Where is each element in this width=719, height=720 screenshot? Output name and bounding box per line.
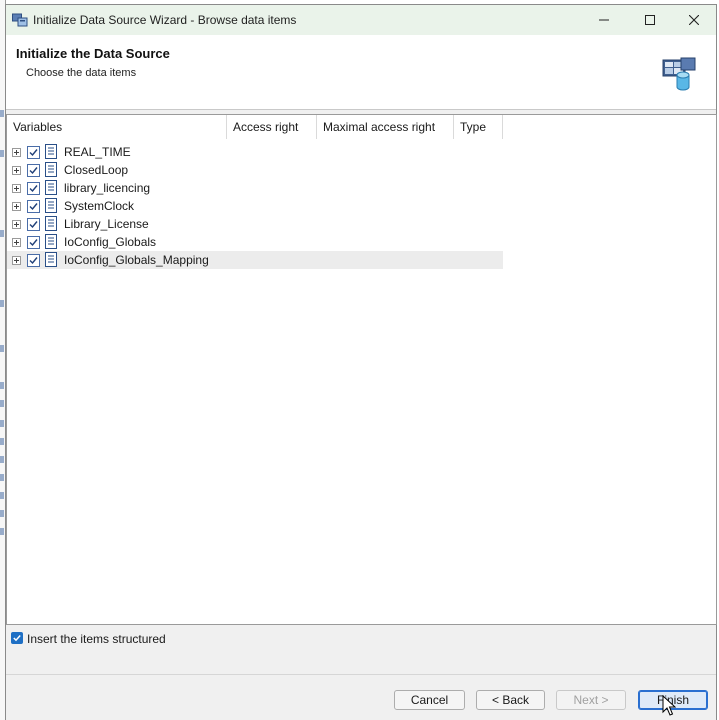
item-checkbox[interactable] (27, 146, 40, 159)
item-checkbox[interactable] (27, 182, 40, 195)
checkmark-icon (29, 221, 38, 229)
column-header-variables[interactable]: Variables (7, 115, 227, 139)
expand-icon[interactable] (12, 256, 21, 265)
minimize-icon (599, 19, 609, 21)
tree-item-label: ClosedLoop (64, 163, 129, 177)
document-icon (45, 216, 57, 231)
window-title: Initialize Data Source Wizard - Browse d… (33, 13, 297, 27)
title-bar[interactable]: Initialize Data Source Wizard - Browse d… (6, 5, 716, 35)
tree-item-label: IoConfig_Globals (64, 235, 157, 249)
cancel-button[interactable]: Cancel (394, 690, 465, 710)
checkmark-icon (29, 239, 38, 247)
page-subtitle: Choose the data items (26, 67, 137, 79)
mouse-cursor-icon (662, 695, 676, 716)
divider (6, 674, 716, 675)
tree-row[interactable]: Library_License (7, 215, 503, 233)
item-checkbox[interactable] (27, 164, 40, 177)
close-button[interactable] (672, 5, 716, 35)
tree-row[interactable]: IoConfig_Globals (7, 233, 503, 251)
maximize-icon (645, 15, 655, 25)
expand-icon[interactable] (12, 148, 21, 157)
document-icon (45, 252, 57, 267)
column-header-maximal-access-right[interactable]: Maximal access right (317, 115, 454, 139)
document-icon (45, 234, 57, 249)
tree-item-label: IoConfig_Globals_Mapping (64, 253, 209, 267)
expand-icon[interactable] (12, 166, 21, 175)
minimize-button[interactable] (582, 5, 626, 35)
checkmark-icon (29, 203, 38, 211)
document-icon (45, 144, 57, 159)
document-icon (45, 162, 57, 177)
page-title: Initialize the Data Source (16, 46, 170, 61)
expand-icon[interactable] (12, 220, 21, 229)
maximize-button[interactable] (628, 5, 672, 35)
document-icon (45, 198, 57, 213)
checkmark-icon (29, 167, 38, 175)
expand-icon[interactable] (12, 238, 21, 247)
checkmark-icon (29, 149, 38, 157)
insert-structured-checkbox[interactable] (11, 632, 23, 644)
variables-tree[interactable]: Variables Access right Maximal access ri… (6, 114, 717, 625)
document-icon (45, 180, 57, 195)
checkmark-icon (29, 185, 38, 193)
tree-item-label: Library_License (64, 217, 149, 231)
expand-icon[interactable] (12, 202, 21, 211)
item-checkbox[interactable] (27, 200, 40, 213)
expand-icon[interactable] (12, 184, 21, 193)
tree-row[interactable]: ClosedLoop (7, 161, 503, 179)
column-header-type[interactable]: Type (454, 115, 503, 139)
tree-row-selected[interactable]: IoConfig_Globals_Mapping (7, 251, 503, 269)
tree-row[interactable]: library_licencing (7, 179, 503, 197)
checkmark-icon (13, 635, 21, 642)
app-icon (12, 13, 28, 27)
item-checkbox[interactable] (27, 236, 40, 249)
insert-structured-label[interactable]: Insert the items structured (27, 632, 166, 646)
wizard-header: Initialize the Data Source Choose the da… (6, 35, 716, 110)
column-header-access-right[interactable]: Access right (227, 115, 317, 139)
item-checkbox[interactable] (27, 254, 40, 267)
item-checkbox[interactable] (27, 218, 40, 231)
wizard-window: Initialize Data Source Wizard - Browse d… (5, 4, 717, 720)
close-icon (689, 15, 699, 25)
back-button[interactable]: < Back (476, 690, 545, 710)
data-source-icon (662, 57, 696, 91)
tree-item-label: library_licencing (64, 181, 151, 195)
tree-row[interactable]: REAL_TIME (7, 143, 503, 161)
tree-row[interactable]: SystemClock (7, 197, 503, 215)
next-button[interactable]: Next > (556, 690, 626, 710)
checkmark-icon (29, 257, 38, 265)
tree-item-label: SystemClock (64, 199, 135, 213)
tree-item-label: REAL_TIME (64, 145, 131, 159)
